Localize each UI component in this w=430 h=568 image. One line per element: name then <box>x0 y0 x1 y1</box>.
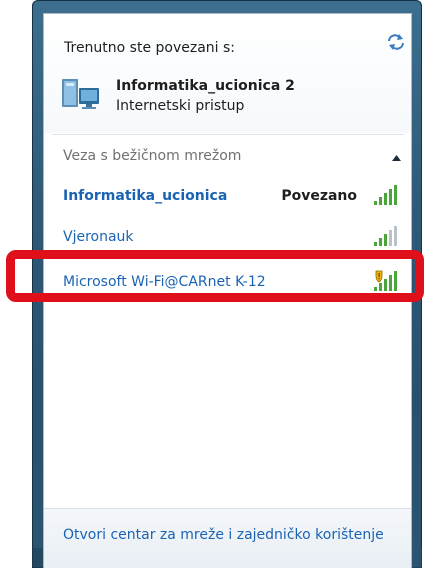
network-row-informatika[interactable]: Informatika_ucionica Povezano <box>44 180 411 214</box>
network-status: Povezano <box>281 188 357 204</box>
highlight-annotation <box>6 250 424 302</box>
network-name: Vjeronauk <box>63 229 134 245</box>
refresh-icon[interactable] <box>385 33 407 51</box>
signal-strength-icon <box>374 185 397 205</box>
connected-label: Trenutno ste povezani s: <box>64 40 236 56</box>
section-divider <box>52 134 404 135</box>
footer-bar: Otvori centar za mreže i zajedničko kori… <box>44 508 411 568</box>
collapse-chevron-icon[interactable] <box>392 155 401 161</box>
signal-strength-icon <box>374 226 397 246</box>
network-sharing-center-link[interactable]: Otvori centar za mreže i zajedničko kori… <box>63 527 384 543</box>
computer-network-icon <box>62 79 99 109</box>
current-connection-header: Trenutno ste povezani s: Informatika_uci… <box>44 14 411 133</box>
current-network-name: Informatika_ucionica 2 <box>116 78 295 94</box>
network-name: Informatika_ucionica <box>63 188 228 204</box>
current-network-access: Internetski pristup <box>116 98 245 114</box>
wireless-section-label: Veza s bežičnom mrežom <box>63 148 242 164</box>
